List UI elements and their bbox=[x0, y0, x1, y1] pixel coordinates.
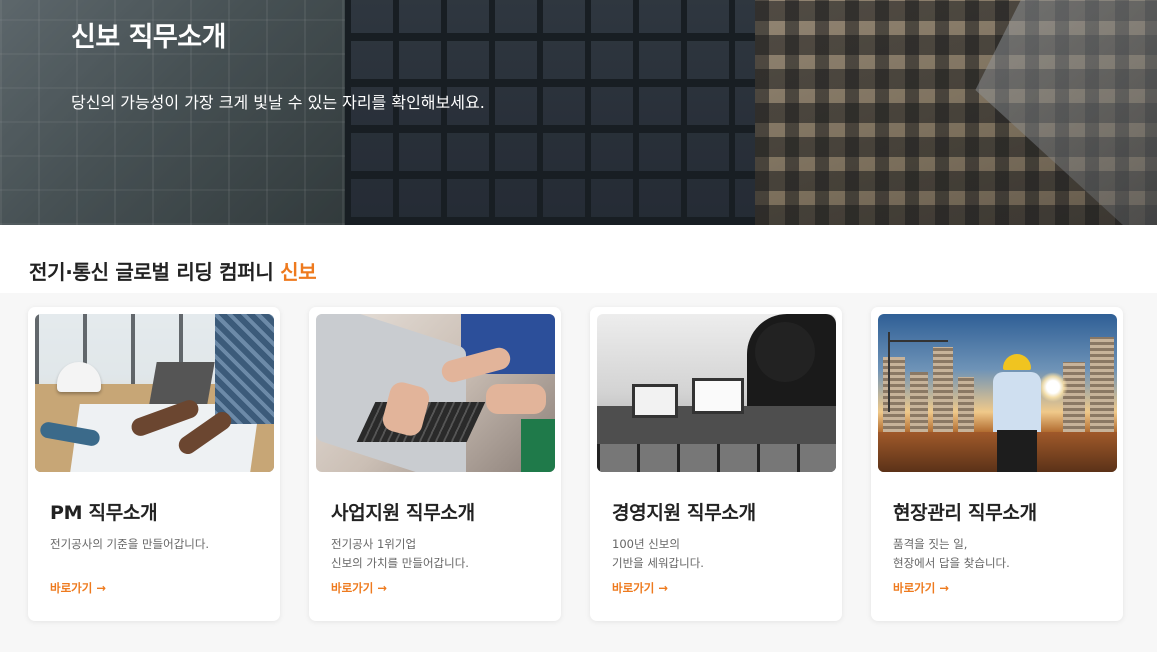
card-image bbox=[878, 314, 1117, 472]
section-header: 전기·통신 글로벌 리딩 컴퍼니 신보 bbox=[0, 225, 1157, 293]
card-image bbox=[597, 314, 836, 472]
job-card-pm[interactable]: PM 직무소개 전기공사의 기준을 만들어갑니다. 바로가기 → bbox=[28, 307, 280, 621]
job-card-management-support[interactable]: 경영지원 직무소개 100년 신보의 기반을 세워갑니다. 바로가기 → bbox=[590, 307, 842, 621]
go-link[interactable]: 바로가기 → bbox=[331, 580, 387, 596]
card-image bbox=[316, 314, 555, 472]
section-title: 전기·통신 글로벌 리딩 컴퍼니 신보 bbox=[29, 256, 317, 285]
go-link[interactable]: 바로가기 → bbox=[612, 580, 668, 596]
page-title: 신보 직무소개 bbox=[71, 22, 226, 53]
card-title: 사업지원 직무소개 bbox=[331, 502, 475, 524]
card-title: PM 직무소개 bbox=[50, 502, 158, 524]
card-title: 현장관리 직무소개 bbox=[893, 502, 1037, 524]
job-card-business-support[interactable]: 사업지원 직무소개 전기공사 1위기업 신보의 가치를 만들어갑니다. 바로가기… bbox=[309, 307, 561, 621]
go-link[interactable]: 바로가기 → bbox=[50, 580, 106, 596]
card-description: 품격을 짓는 일, 현장에서 답을 찾습니다. bbox=[893, 537, 1010, 570]
section-title-accent: 신보 bbox=[280, 260, 317, 284]
hero-banner: 신보 직무소개 당신의 가능성이 가장 크게 빛날 수 있는 자리를 확인해보세… bbox=[0, 0, 1157, 225]
card-description: 전기공사 1위기업 신보의 가치를 만들어갑니다. bbox=[331, 537, 469, 570]
page-subtitle: 당신의 가능성이 가장 크게 빛날 수 있는 자리를 확인해보세요. bbox=[71, 93, 485, 112]
card-image bbox=[35, 314, 274, 472]
card-description: 100년 신보의 기반을 세워갑니다. bbox=[612, 537, 704, 570]
go-link[interactable]: 바로가기 → bbox=[893, 580, 949, 596]
card-title: 경영지원 직무소개 bbox=[612, 502, 756, 524]
job-card-site-management[interactable]: 현장관리 직무소개 품격을 짓는 일, 현장에서 답을 찾습니다. 바로가기 → bbox=[871, 307, 1123, 621]
section-title-main: 전기·통신 글로벌 리딩 컴퍼니 bbox=[29, 260, 281, 284]
card-description: 전기공사의 기준을 만들어갑니다. bbox=[50, 537, 210, 551]
